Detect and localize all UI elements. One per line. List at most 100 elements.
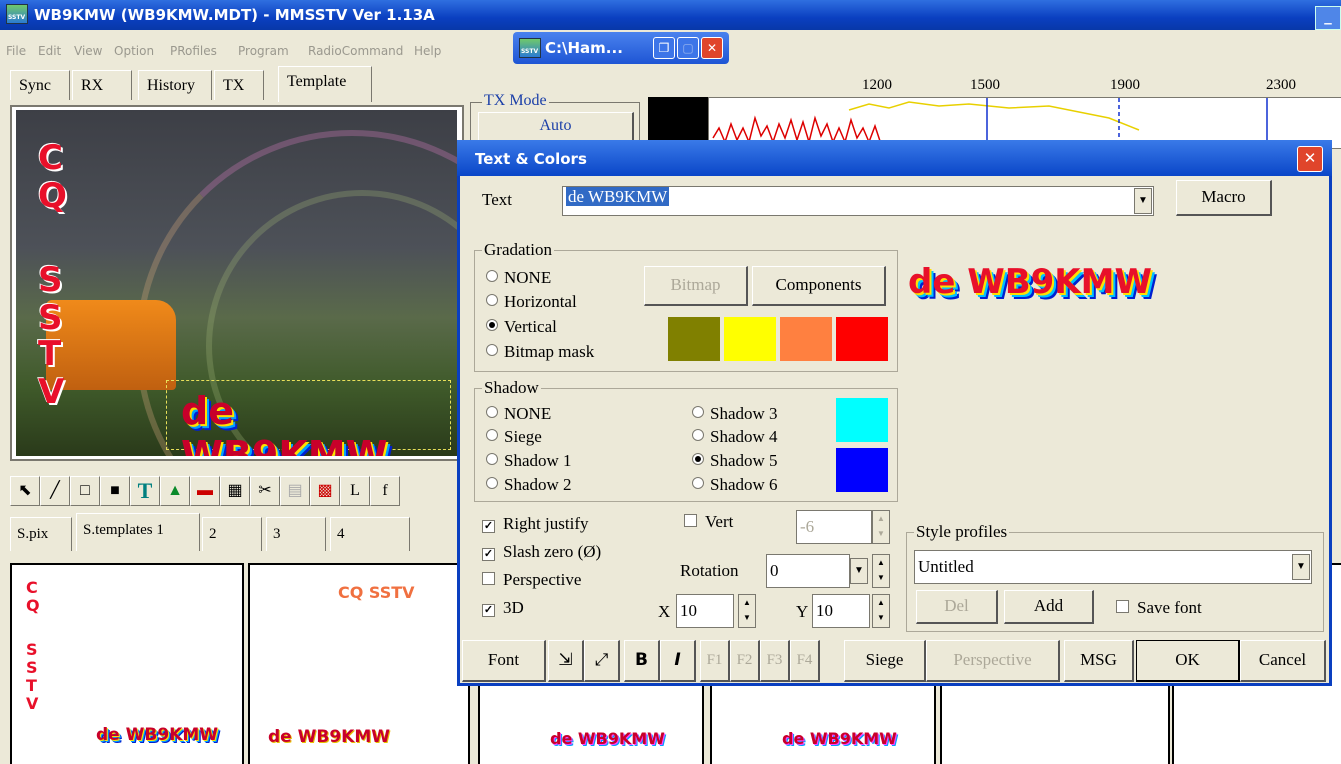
rect-tool[interactable]: □: [70, 476, 100, 506]
style-profile-dropdown-icon[interactable]: ▼: [1292, 554, 1310, 580]
font-button[interactable]: Font: [462, 640, 546, 682]
y-spinner[interactable]: ▲ ▼: [872, 594, 890, 628]
tab-template[interactable]: Template: [278, 66, 372, 102]
shadow-none-radio[interactable]: NONE: [486, 404, 551, 424]
bold-button[interactable]: B: [624, 640, 660, 682]
shadow-3-radio[interactable]: Shadow 3: [692, 404, 778, 424]
image-tool-icon[interactable]: ▲: [160, 476, 190, 506]
cut-icon[interactable]: ✂: [250, 476, 280, 506]
tab-stemplates-4[interactable]: 4: [330, 517, 410, 551]
menu-program[interactable]: Program: [238, 44, 289, 58]
style-profile-select[interactable]: Untitled: [914, 550, 1312, 584]
expand-icon[interactable]: ⤢: [584, 640, 620, 682]
color-palette-icon[interactable]: ▩: [310, 476, 340, 506]
perspective-button[interactable]: Perspective: [926, 640, 1060, 682]
gradation-color-swatch-2[interactable]: [724, 317, 776, 361]
tab-stemplates-3[interactable]: 3: [266, 517, 326, 551]
menu-edit[interactable]: Edit: [38, 44, 61, 58]
text-tool[interactable]: T: [130, 476, 160, 506]
menu-profiles[interactable]: PRofiles: [170, 44, 217, 58]
gradation-vertical-radio[interactable]: Vertical: [486, 317, 557, 337]
rotation-spinner[interactable]: ▲ ▼: [872, 554, 890, 588]
minimize-button[interactable]: _: [1315, 6, 1341, 30]
y-input[interactable]: 10: [812, 594, 870, 628]
gradation-color-swatch-1[interactable]: [668, 317, 720, 361]
text-selection-box[interactable]: de WB9KMW: [166, 380, 451, 456]
grid-tool-icon[interactable]: ▦: [220, 476, 250, 506]
gradation-color-swatch-4[interactable]: [836, 317, 888, 361]
vert-checkbox[interactable]: Vert: [684, 512, 733, 532]
shadow-5-radio[interactable]: Shadow 5: [692, 451, 778, 471]
3d-checkbox[interactable]: ✓ 3D: [482, 598, 524, 618]
template-cell-1[interactable]: C Q S S T V de WB9KMW: [10, 563, 244, 764]
mdi-child-window[interactable]: C:\Ham... ❐ ▢ ✕: [513, 32, 729, 64]
right-justify-checkbox[interactable]: ✓ Right justify: [482, 514, 588, 534]
slash-zero-checkbox[interactable]: ✓ Slash zero (Ø): [482, 542, 601, 562]
components-button[interactable]: Components: [752, 266, 886, 306]
template-cell-2[interactable]: CQ SSTV de WB9KMW: [248, 563, 470, 764]
tab-spix[interactable]: S.pix: [10, 517, 72, 551]
siege-button[interactable]: Siege: [844, 640, 926, 682]
tx-mode-auto-button[interactable]: Auto: [478, 112, 634, 142]
x-spinner[interactable]: ▲ ▼: [738, 594, 756, 628]
gradation-bitmap-mask-radio[interactable]: Bitmap mask: [486, 342, 594, 362]
line-tool[interactable]: ╱: [40, 476, 70, 506]
gradation-none-radio[interactable]: NONE: [486, 268, 551, 288]
f2-button[interactable]: F2: [730, 640, 760, 682]
paste-icon[interactable]: ▤: [280, 476, 310, 506]
cancel-button[interactable]: Cancel: [1240, 640, 1326, 682]
menu-radiocommand[interactable]: RadioCommand: [308, 44, 403, 58]
dialog-title-bar[interactable]: Text & Colors ✕: [457, 140, 1332, 176]
perspective-checkbox[interactable]: Perspective: [482, 570, 581, 590]
tab-stemplates-2[interactable]: 2: [202, 517, 262, 551]
menu-option[interactable]: Option: [114, 44, 154, 58]
vert-input[interactable]: -6: [796, 510, 872, 544]
shadow-2-radio[interactable]: Shadow 2: [486, 475, 572, 495]
pointer-tool[interactable]: ⬉: [10, 476, 40, 506]
ok-button[interactable]: OK: [1136, 640, 1240, 682]
tab-stemplates-1[interactable]: S.templates 1: [76, 513, 200, 551]
menu-help[interactable]: Help: [414, 44, 441, 58]
f-tool[interactable]: f: [370, 476, 400, 506]
tab-history[interactable]: History: [138, 70, 212, 100]
restore-icon[interactable]: ❐: [653, 37, 675, 59]
msg-button[interactable]: MSG: [1064, 640, 1134, 682]
tab-tx[interactable]: TX: [214, 70, 264, 100]
filled-rect-tool[interactable]: ■: [100, 476, 130, 506]
text-dropdown-icon[interactable]: ▼: [1134, 188, 1152, 214]
shadow-1-radio[interactable]: Shadow 1: [486, 451, 572, 471]
f4-button[interactable]: F4: [790, 640, 820, 682]
gradation-horizontal-radio[interactable]: Horizontal: [486, 292, 577, 312]
italic-button[interactable]: I: [660, 640, 696, 682]
tab-sync[interactable]: Sync: [10, 70, 70, 100]
rotation-dropdown-icon[interactable]: ▼: [850, 558, 868, 584]
l-tool[interactable]: L: [340, 476, 370, 506]
del-profile-button[interactable]: Del: [916, 590, 998, 624]
bitmap-button[interactable]: Bitmap: [644, 266, 748, 306]
save-font-checkbox[interactable]: Save font: [1116, 598, 1202, 618]
gradation-color-swatch-3[interactable]: [780, 317, 832, 361]
vert-spinner[interactable]: ▲ ▼: [872, 510, 890, 544]
template-canvas[interactable]: C Q S S T V de WB9KMW: [16, 110, 457, 456]
f1-button[interactable]: F1: [700, 640, 730, 682]
shadow-4-radio[interactable]: Shadow 4: [692, 427, 778, 447]
shadow-color-swatch-1[interactable]: [836, 398, 888, 442]
menu-file[interactable]: File: [6, 44, 26, 58]
shadow-color-swatch-2[interactable]: [836, 448, 888, 492]
shadow-6-radio[interactable]: Shadow 6: [692, 475, 778, 495]
close-icon[interactable]: ✕: [701, 37, 723, 59]
shrink-icon[interactable]: ⇲: [548, 640, 584, 682]
maximize-icon[interactable]: ▢: [677, 37, 699, 59]
shadow-siege-radio[interactable]: Siege: [486, 427, 542, 447]
text-input[interactable]: de WB9KMW: [562, 186, 1154, 216]
tab-rx[interactable]: RX: [72, 70, 132, 100]
dialog-close-icon[interactable]: ✕: [1297, 146, 1323, 172]
macro-button[interactable]: Macro: [1176, 180, 1272, 216]
menu-view[interactable]: View: [74, 44, 102, 58]
add-profile-button[interactable]: Add: [1004, 590, 1094, 624]
rotation-input[interactable]: 0: [766, 554, 850, 588]
f3-button[interactable]: F3: [760, 640, 790, 682]
x-input[interactable]: 10: [676, 594, 734, 628]
color-bar-tool-icon[interactable]: ▬: [190, 476, 220, 506]
app-title-bar[interactable]: WB9KMW (WB9KMW.MDT) - MMSSTV Ver 1.13A _: [0, 0, 1341, 30]
